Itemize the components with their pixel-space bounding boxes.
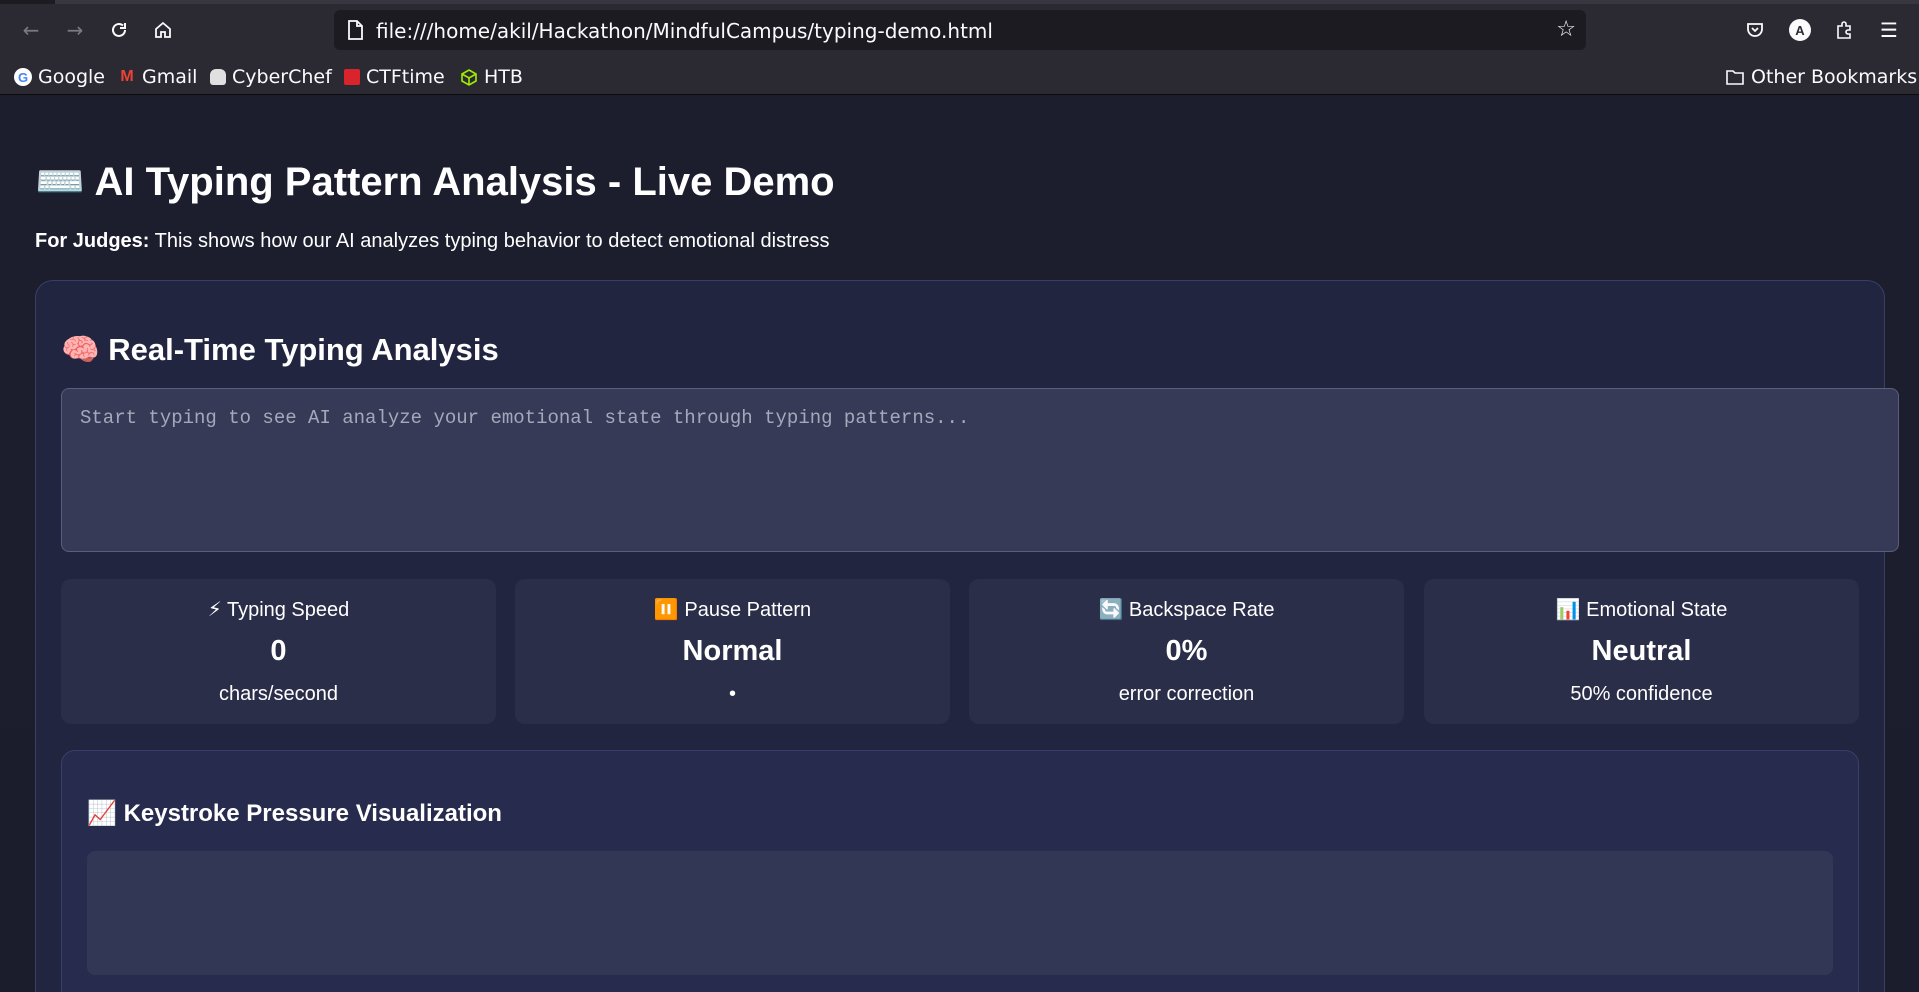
extensions-icon (1837, 21, 1851, 39)
folder-icon (1726, 70, 1744, 85)
back-button[interactable]: ← (14, 13, 48, 47)
page-content: ⌨️ AI Typing Pattern Analysis - Live Dem… (0, 96, 1919, 992)
lightning-icon: ⚡ (207, 597, 222, 621)
arrow-right-icon: → (66, 18, 84, 42)
metric-card-backspace-rate: 🔄 Backspace Rate 0% error correction (969, 579, 1404, 724)
bookmark-ctftime[interactable]: CTFtime (344, 63, 445, 91)
metric-unit: • (728, 683, 736, 705)
metric-value: Neutral (1591, 635, 1692, 667)
gmail-icon: M (120, 68, 134, 85)
ctftime-icon (344, 69, 360, 85)
metric-label-text: Pause Pattern (684, 599, 812, 621)
url-text[interactable]: file:///home/akil/Hackathon/MindfulCampu… (376, 19, 993, 43)
account-icon: A (1789, 19, 1811, 41)
account-button[interactable]: A (1785, 15, 1815, 45)
home-button[interactable] (146, 13, 180, 47)
bookmark-gmail[interactable]: M Gmail (118, 63, 197, 91)
bookmark-cyberchef[interactable]: CyberChef (210, 63, 332, 91)
metric-unit: error correction (1118, 683, 1255, 705)
active-tab-indicator[interactable] (55, 0, 1919, 4)
arrow-left-icon: ← (22, 18, 40, 42)
chart-increasing-icon: 📈 (87, 799, 117, 827)
metric-label: 📊 Emotional State (1424, 597, 1859, 622)
bookmark-label: CyberChef (232, 66, 332, 88)
metric-card-typing-speed: ⚡ Typing Speed 0 chars/second (61, 579, 496, 724)
bookmark-label: Google (38, 66, 106, 88)
metric-value: 0% (1165, 635, 1208, 667)
other-bookmarks-folder[interactable]: Other Bookmarks (1725, 63, 1917, 91)
google-icon: G (14, 68, 32, 86)
metric-card-emotional-state: 📊 Emotional State Neutral 50% confidence (1424, 579, 1859, 724)
page-subtitle: For Judges: This shows how our AI analyz… (35, 230, 829, 253)
home-icon (155, 21, 171, 38)
chef-hat-icon (210, 69, 226, 85)
bookmarks-toolbar: G Google M Gmail CyberChef CTFtime HTB O… (0, 60, 1919, 94)
keystroke-pressure-canvas (87, 851, 1833, 975)
subtitle-label: For Judges: (35, 230, 150, 252)
browser-toolbar: ← → file:///home/akil/Hackathon/MindfulC… (0, 0, 1919, 95)
metric-unit: 50% confidence (1570, 683, 1713, 705)
app-menu-button[interactable]: ☰ (1874, 15, 1904, 45)
metric-label: ⚡ Typing Speed (61, 597, 496, 622)
subtitle-text: This shows how our AI analyzes typing be… (149, 230, 830, 252)
visualization-title: 📈 Keystroke Pressure Visualization (87, 799, 502, 828)
brain-icon: 🧠 (61, 332, 100, 368)
bookmark-label: HTB (484, 66, 523, 88)
bookmark-label: Gmail (142, 66, 198, 88)
page-title-text: AI Typing Pattern Analysis - Live Demo (94, 160, 835, 204)
page-title: ⌨️ AI Typing Pattern Analysis - Live Dem… (35, 158, 835, 205)
keystroke-visualization-panel: 📈 Keystroke Pressure Visualization (61, 750, 1859, 992)
metric-label-text: Backspace Rate (1128, 599, 1275, 621)
pause-icon: ⏸️ (653, 597, 679, 621)
visualization-title-text: Keystroke Pressure Visualization (123, 800, 502, 827)
bookmark-google[interactable]: G Google (14, 63, 105, 91)
menu-icon: ☰ (1880, 18, 1898, 42)
panel-title: 🧠 Real-Time Typing Analysis (61, 331, 499, 368)
metric-label: 🔄 Backspace Rate (969, 597, 1404, 622)
refresh-arrows-icon: 🔄 (1098, 597, 1124, 621)
bookmark-label: CTFtime (366, 66, 445, 88)
metric-unit: chars/second (219, 683, 338, 705)
metric-value: Normal (682, 635, 783, 667)
reload-icon (112, 22, 126, 37)
page-icon (348, 20, 363, 40)
reload-button[interactable] (102, 13, 136, 47)
other-bookmarks-label: Other Bookmarks (1751, 66, 1918, 88)
pocket-icon (1747, 23, 1763, 37)
bookmark-htb[interactable]: HTB (460, 63, 523, 91)
typing-input[interactable] (61, 388, 1899, 552)
panel-title-text: Real-Time Typing Analysis (108, 332, 499, 367)
url-bar[interactable]: file:///home/akil/Hackathon/MindfulCampu… (334, 10, 1586, 50)
metric-label: ⏸️ Pause Pattern (515, 597, 950, 622)
metric-label-text: Typing Speed (226, 599, 350, 621)
metric-value: 0 (270, 635, 287, 667)
bookmark-star-icon[interactable]: ☆ (1556, 17, 1576, 42)
forward-button[interactable]: → (58, 13, 92, 47)
extensions-button[interactable] (1829, 15, 1859, 45)
keyboard-icon: ⌨️ (35, 159, 85, 205)
metric-card-pause-pattern: ⏸️ Pause Pattern Normal • (515, 579, 950, 724)
pocket-button[interactable] (1740, 15, 1770, 45)
htb-cube-icon (461, 69, 477, 86)
analysis-panel: 🧠 Real-Time Typing Analysis ⚡ Typing Spe… (35, 280, 1899, 992)
bar-chart-icon: 📊 (1555, 597, 1581, 621)
metric-label-text: Emotional State (1586, 599, 1728, 621)
